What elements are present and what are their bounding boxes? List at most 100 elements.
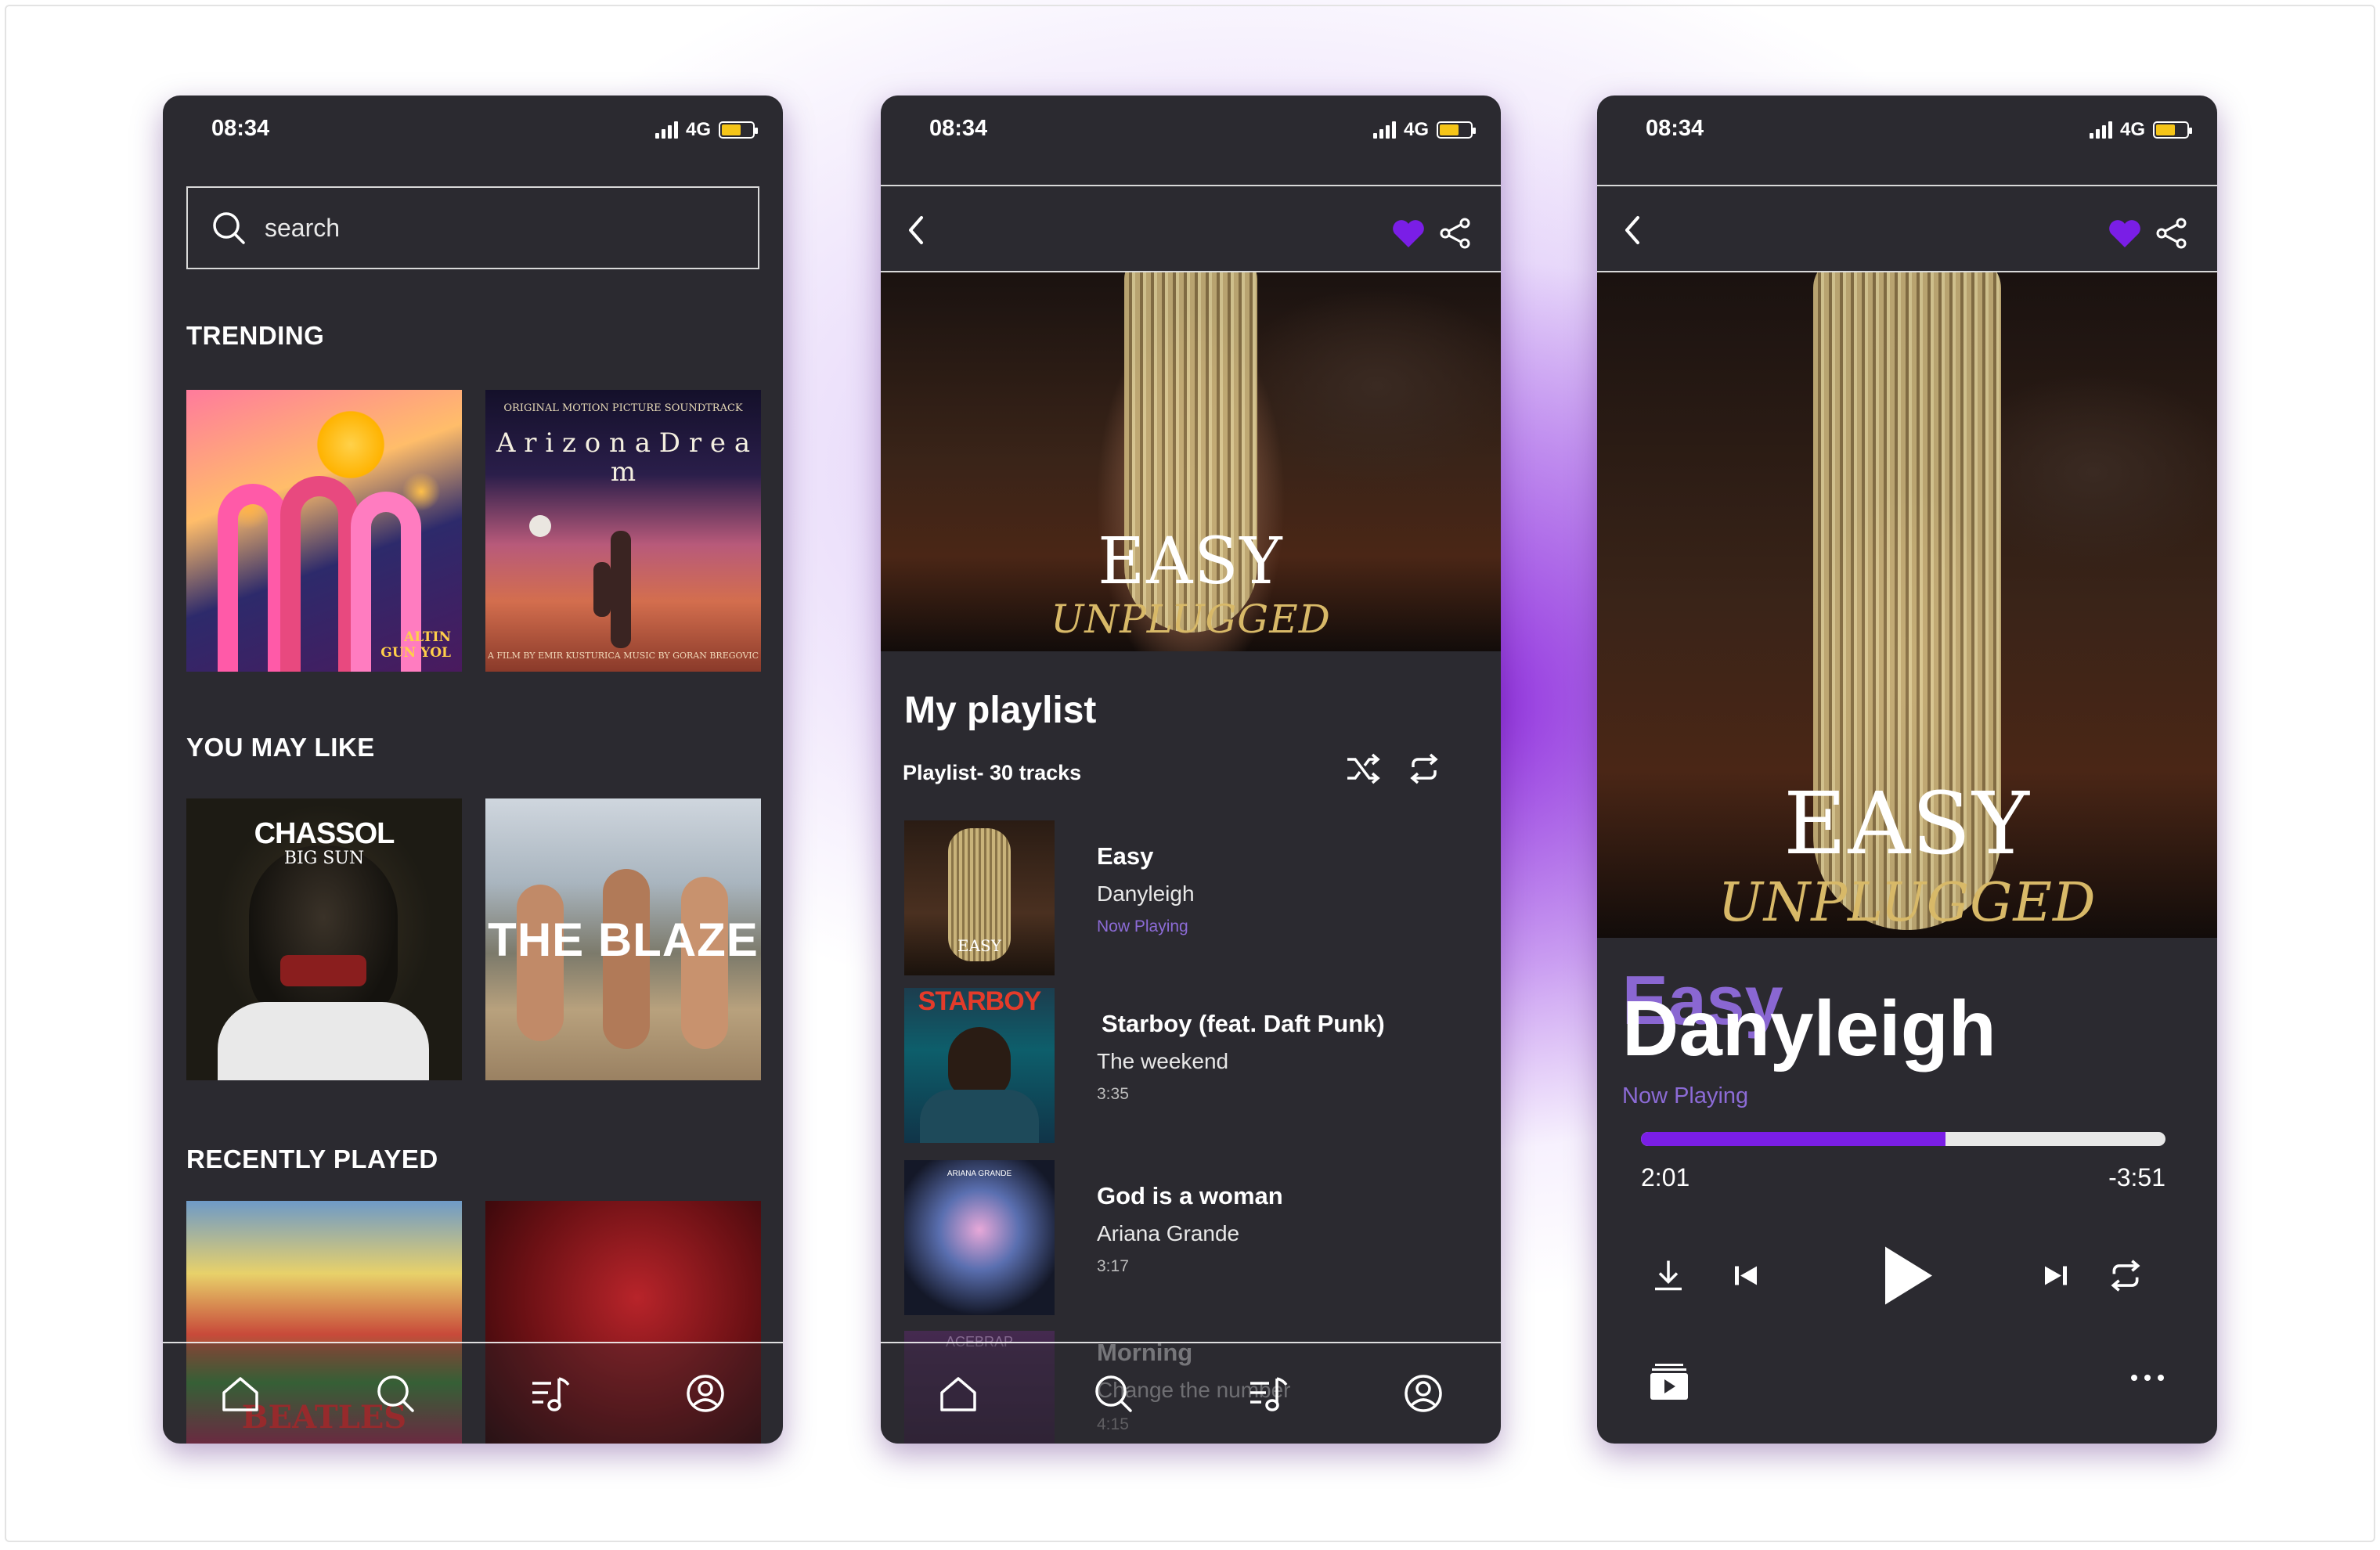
track-row[interactable]: STARBOY Starboy (feat. Daft Punk) The we… <box>904 988 1476 1143</box>
skip-previous-icon <box>1735 1266 1757 1285</box>
library-tab[interactable] <box>1245 1370 1292 1417</box>
heart-icon <box>1393 220 1424 247</box>
gorilla-mask-shape <box>249 845 398 1026</box>
player-top-bar <box>1597 185 2217 272</box>
arizona-bottom-text: A FILM BY EMIR KUSTURICA MUSIC BY GORAN … <box>487 651 759 661</box>
arizona-top-text: ORIGINAL MOTION PICTURE SOUNDTRACK <box>503 402 743 414</box>
track-row[interactable]: EASY Easy Danyleigh Now Playing <box>904 820 1476 975</box>
remaining-time: -3:51 <box>2108 1163 2165 1191</box>
home-tab[interactable] <box>935 1370 982 1417</box>
search-input[interactable]: search <box>186 186 759 269</box>
shuffle-button[interactable] <box>1344 752 1382 790</box>
progress-bar[interactable] <box>1641 1132 2165 1146</box>
track-row[interactable]: ARIANA GRANDE God is a woman Ariana Gran… <box>904 1160 1476 1315</box>
album-cover-chassol[interactable]: CHASSOL BIG SUN <box>186 798 462 1080</box>
moon-shape <box>529 515 551 537</box>
search-tab[interactable] <box>372 1370 419 1417</box>
back-button[interactable] <box>1621 213 1644 251</box>
share-button[interactable] <box>2156 218 2187 253</box>
network-label: 4G <box>685 119 711 140</box>
next-button[interactable] <box>2040 1260 2072 1296</box>
playlist-subtitle: Playlist- 30 tracks <box>903 761 1082 784</box>
chassol-subtitle: BIG SUN <box>283 849 365 868</box>
track-duration: 3:35 <box>1097 1085 1129 1103</box>
album-cover-the-blaze[interactable]: THE BLAZE <box>485 798 761 1080</box>
cactus-shape <box>611 531 631 648</box>
track-name: Starboy (feat. Daft Punk) <box>1102 1010 1385 1037</box>
music-list-icon <box>532 1377 570 1411</box>
hero-subtitle: UNPLUGGED <box>1051 597 1331 642</box>
recently-played-heading: RECENTLY PLAYED <box>186 1144 438 1173</box>
repeat-icon <box>1410 753 1438 784</box>
home-tab[interactable] <box>217 1370 264 1417</box>
playlist-title: My playlist <box>904 690 1097 731</box>
favorite-button[interactable] <box>1391 218 1426 253</box>
track-artist: The weekend <box>1097 1049 1229 1073</box>
playlist-controls <box>1344 752 1441 790</box>
music-list-icon <box>1250 1377 1288 1411</box>
now-playing-label: Now Playing <box>1622 1083 1749 1108</box>
playlist-play-icon <box>1650 1364 1688 1400</box>
back-button[interactable] <box>904 213 928 251</box>
library-tab[interactable] <box>527 1370 574 1417</box>
track-name: God is a woman <box>1097 1182 1283 1209</box>
search-icon <box>213 212 245 244</box>
more-horizontal-icon <box>2131 1375 2164 1381</box>
home-icon <box>940 1377 976 1411</box>
artist-name: Danyleigh <box>1622 985 1996 1072</box>
hero-subtitle: UNPLUGGED <box>1718 872 2097 934</box>
now-playing-screen: 08:34 4G EASY UNPLUGGED Easy Danyleigh N… <box>1597 96 2217 1444</box>
track-artist: Danyleigh <box>1097 881 1195 906</box>
track-artwork-text: STARBOY <box>918 988 1042 1016</box>
jacket-shape <box>920 1090 1039 1143</box>
mask-mouth <box>280 955 366 986</box>
status-time: 08:34 <box>1646 116 1704 141</box>
face-shape <box>948 1027 1011 1098</box>
download-button[interactable] <box>1650 1258 1686 1298</box>
track-artwork: STARBOY <box>904 988 1055 1143</box>
status-bar: 08:34 4G <box>163 96 783 166</box>
search-tab[interactable] <box>1090 1370 1137 1417</box>
chassol-title: CHASSOL <box>254 817 395 850</box>
favorite-button[interactable] <box>2108 218 2142 253</box>
chevron-left-icon <box>1625 216 1639 244</box>
track-duration: 3:17 <box>1097 1257 1129 1275</box>
trending-heading: TRENDING <box>186 321 325 350</box>
previous-button[interactable] <box>1730 1260 1762 1296</box>
repeat-icon <box>2111 1260 2140 1292</box>
repeat-button[interactable] <box>2108 1258 2144 1298</box>
album-cover-altin-gun[interactable]: ALTIN GUN YOL <box>186 390 462 672</box>
bottom-tab-bar <box>881 1342 1501 1444</box>
chevron-left-icon <box>909 216 923 244</box>
skip-next-icon <box>2045 1266 2067 1285</box>
battery-icon <box>719 121 758 139</box>
status-time: 08:34 <box>211 116 270 141</box>
shuffle-icon <box>1347 753 1380 784</box>
play-button[interactable] <box>1876 1242 1938 1314</box>
status-bar: 08:34 4G <box>1597 96 2217 166</box>
play-icon <box>1885 1246 1932 1305</box>
share-icon <box>2156 218 2187 249</box>
share-button[interactable] <box>1440 218 1471 253</box>
status-bar: 08:34 4G <box>881 96 1501 166</box>
queue-button[interactable] <box>1649 1361 1689 1405</box>
you-may-like-heading: YOU MAY LIKE <box>186 733 375 762</box>
signal-icon <box>2089 121 2112 139</box>
profile-tab[interactable] <box>1400 1370 1447 1417</box>
share-icon <box>1440 218 1470 249</box>
playback-controls <box>1597 1231 2217 1325</box>
profile-tab[interactable] <box>682 1370 729 1417</box>
blaze-title: THE BLAZE <box>488 914 759 966</box>
arizona-title-text: A r i z o n a D r e a m <box>496 427 751 488</box>
status-time: 08:34 <box>929 116 988 141</box>
home-screen: 08:34 4G search TRENDING ALTIN GUN YOL O… <box>163 96 783 1444</box>
user-icon <box>1405 1375 1442 1412</box>
track-artwork-text: ARIANA GRANDE <box>947 1170 1012 1178</box>
search-placeholder: search <box>265 213 341 242</box>
repeat-button[interactable] <box>1407 752 1441 790</box>
album-cover-arizona-dream[interactable]: ORIGINAL MOTION PICTURE SOUNDTRACK A r i… <box>485 390 761 672</box>
now-playing-label: Now Playing <box>1097 917 1188 935</box>
more-options-button[interactable] <box>2129 1370 2165 1390</box>
bottom-tab-bar <box>163 1342 783 1444</box>
search-icon <box>377 1375 414 1412</box>
